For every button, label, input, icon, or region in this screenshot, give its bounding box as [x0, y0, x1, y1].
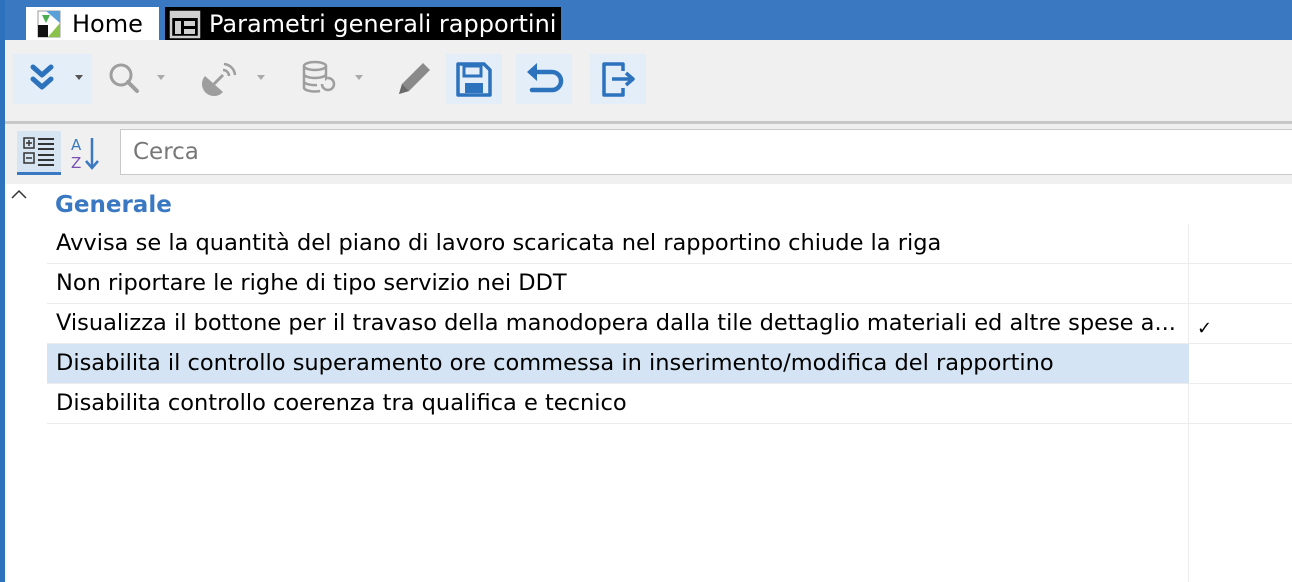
property-value[interactable]: [1189, 264, 1292, 304]
broadcast-button[interactable]: [197, 54, 275, 104]
undo-arrow-icon: [527, 63, 564, 93]
database-refresh-icon: [302, 60, 363, 93]
property-label: Visualizza il bottone per il travaso del…: [56, 310, 1176, 336]
save-button[interactable]: [446, 54, 502, 104]
search-button[interactable]: [101, 54, 179, 104]
expand-double-chevron-icon: [30, 64, 83, 90]
toolbar: [5, 40, 1292, 122]
save-floppy-icon: [456, 62, 492, 97]
search-input[interactable]: [120, 129, 1292, 175]
edit-button[interactable]: [389, 54, 439, 104]
property-value-checked[interactable]: ✓: [1189, 304, 1292, 344]
search-icon: [109, 63, 165, 93]
property-row[interactable]: Non riportare le righe di tipo servizio …: [47, 264, 1189, 304]
property-row[interactable]: Visualizza il bottone per il travaso del…: [47, 304, 1189, 344]
property-value[interactable]: [1189, 384, 1292, 424]
svg-text:A: A: [71, 136, 82, 154]
property-row[interactable]: Disabilita controllo coerenza tra qualif…: [47, 384, 1189, 424]
property-grid: Generale Avvisa se la quantità del piano…: [5, 184, 1292, 582]
chevron-up-icon[interactable]: [9, 186, 29, 202]
sort-az-icon: A Z: [71, 136, 99, 172]
property-value[interactable]: [1189, 344, 1292, 384]
sort-az-button[interactable]: A Z: [63, 131, 107, 175]
check-mark-icon: ✓: [1197, 318, 1213, 339]
title-bar: Home Parametri generali rapportini: [0, 0, 1292, 40]
property-label: Disabilita controllo coerenza tra qualif…: [56, 390, 627, 416]
property-label: Non riportare le righe di tipo servizio …: [56, 270, 567, 296]
svg-text:Z: Z: [71, 154, 81, 172]
tab-params-label: Parametri generali rapportini: [209, 9, 557, 38]
tab-home-label: Home: [72, 9, 143, 38]
property-label: Disabilita il controllo superamento ore …: [56, 350, 1054, 376]
home-app-icon: [37, 10, 61, 37]
search-bar: A Z: [5, 124, 1292, 184]
categorized-view-button[interactable]: [17, 131, 61, 175]
tab-home[interactable]: Home: [26, 7, 159, 40]
property-row[interactable]: Avvisa se la quantità del piano di lavor…: [47, 224, 1189, 264]
categorized-view-icon: [23, 136, 54, 166]
exit-door-icon: [602, 62, 635, 97]
tab-parametri-generali[interactable]: Parametri generali rapportini: [165, 7, 561, 40]
property-value[interactable]: [1189, 224, 1292, 264]
undo-button[interactable]: [516, 54, 572, 104]
category-generale: Generale: [55, 192, 172, 218]
satellite-dish-icon: [201, 62, 265, 97]
window-layout-icon: [169, 10, 201, 38]
property-row-selected[interactable]: Disabilita il controllo superamento ore …: [47, 344, 1189, 384]
property-label: Avvisa se la quantità del piano di lavor…: [56, 230, 942, 256]
pencil-edit-icon: [399, 63, 430, 94]
expand-button[interactable]: [13, 54, 91, 104]
database-refresh-button[interactable]: [295, 54, 373, 104]
exit-button[interactable]: [590, 54, 646, 104]
